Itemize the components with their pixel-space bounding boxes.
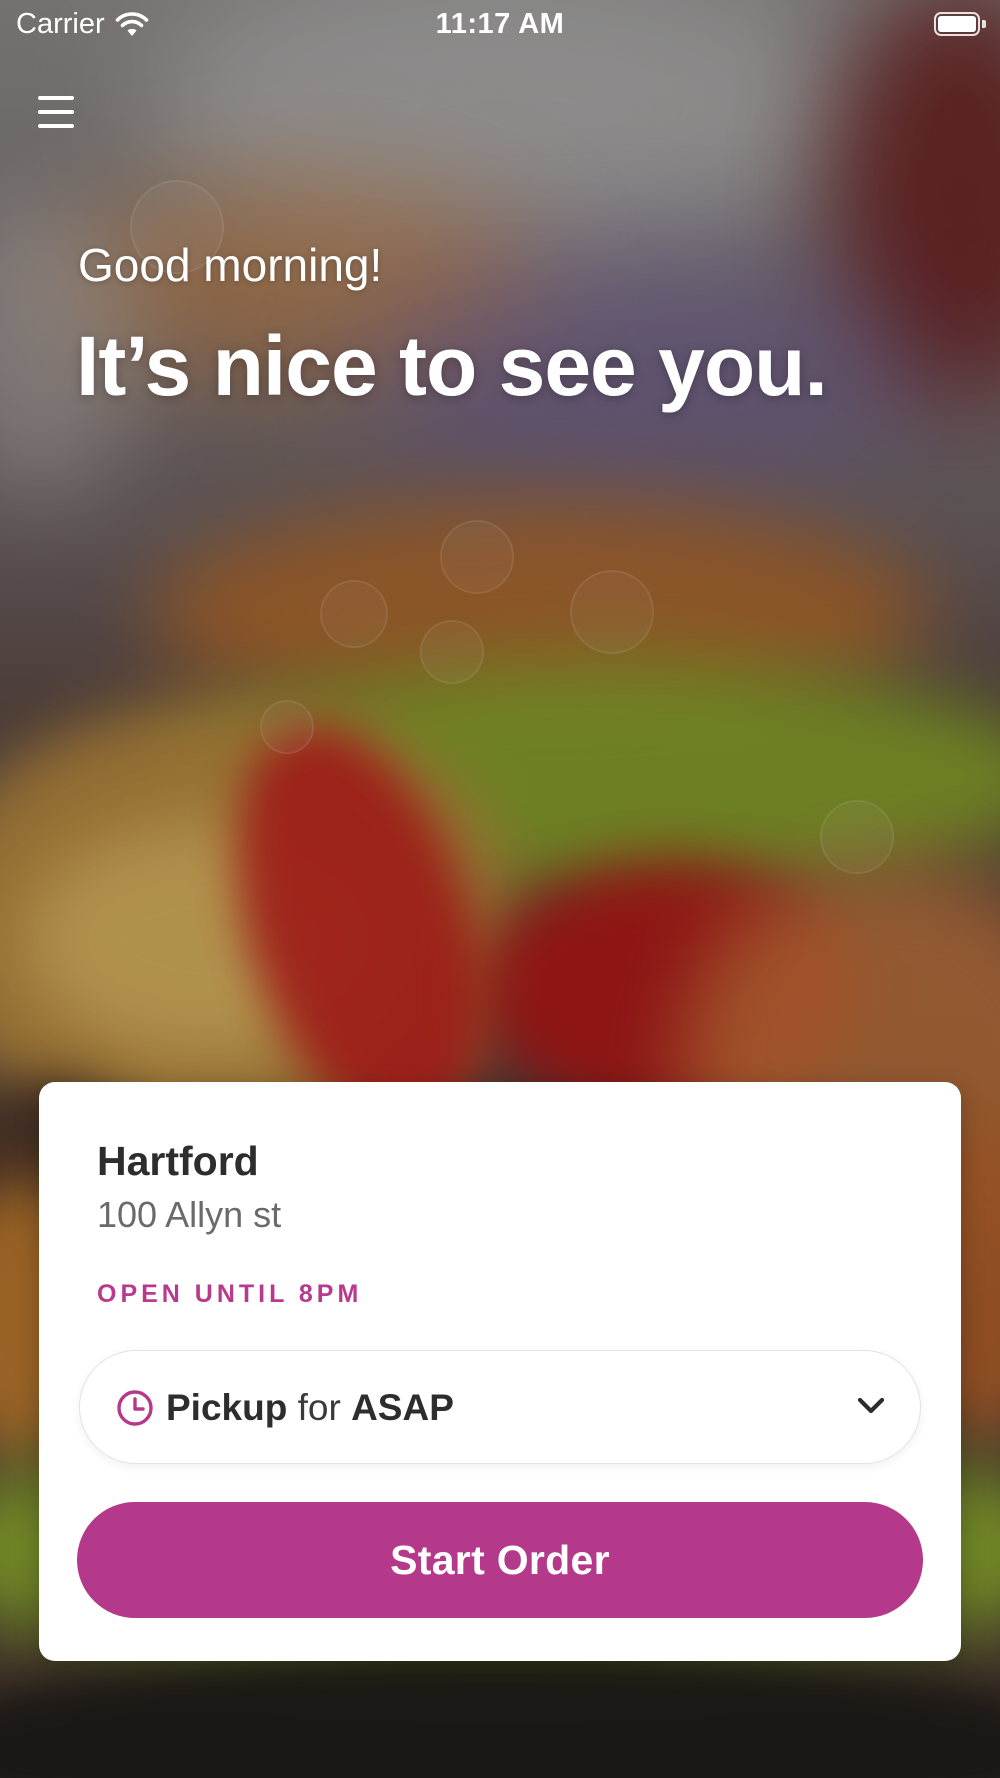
hamburger-menu-icon[interactable] [36, 94, 78, 132]
battery-icon [934, 12, 986, 36]
clock-icon [117, 1390, 153, 1426]
welcome-headline: It’s nice to see you. [76, 319, 828, 413]
status-time: 11:17 AM [435, 8, 565, 40]
order-type-value: Pickup for ASAP [166, 1387, 454, 1429]
store-name: Hartford [97, 1138, 259, 1184]
order-type-dropdown[interactable]: Pickup for ASAP [79, 1350, 921, 1464]
start-order-button[interactable]: Start Order [77, 1502, 923, 1618]
location-card: Hartford 100 Allyn st OPEN UNTIL 8PM Pic… [39, 1082, 961, 1661]
store-hours-badge: OPEN UNTIL 8PM [97, 1280, 363, 1308]
order-mode: Pickup [166, 1387, 288, 1428]
store-address: 100 Allyn st [97, 1194, 282, 1235]
order-time: ASAP [351, 1387, 454, 1428]
chevron-down-icon [857, 1397, 885, 1414]
status-bar: Carrier 11:17 AM [0, 0, 1000, 52]
greeting-text: Good morning! [78, 239, 383, 291]
order-connector: for [297, 1387, 341, 1428]
